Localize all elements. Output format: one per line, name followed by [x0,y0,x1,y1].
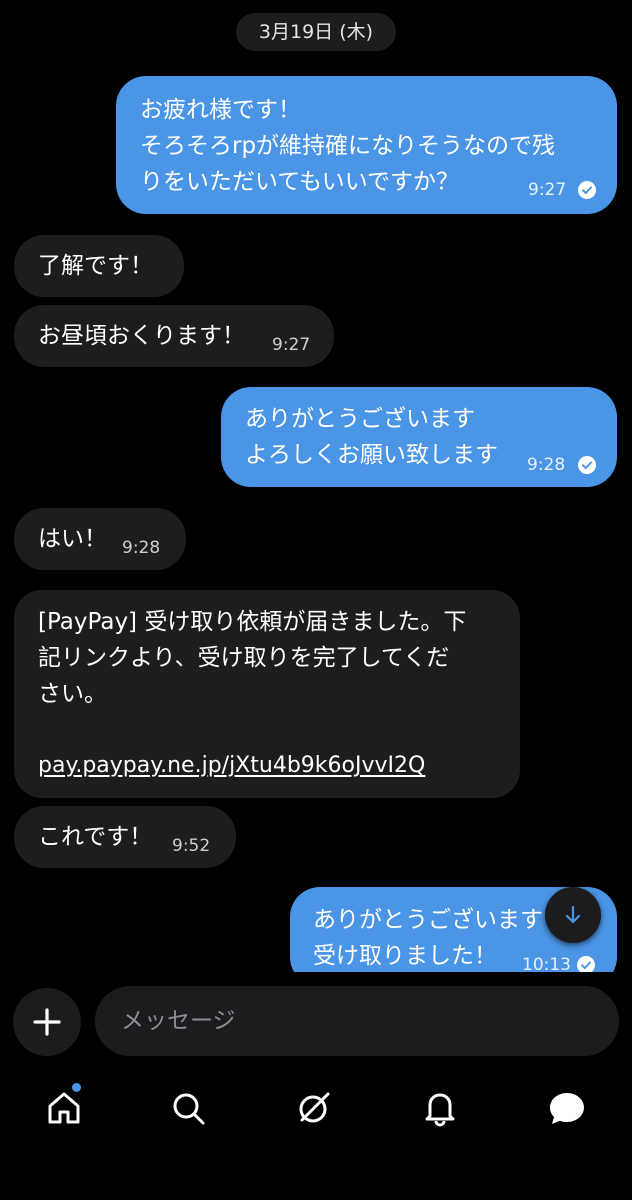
message-time: 9:52 [172,836,211,856]
arrow-down-icon [565,905,581,924]
message-text-line [38,712,520,748]
message-text-line: お疲れ様です！ [140,97,301,123]
nav-grok[interactable] [294,1088,334,1128]
message-time: 9:28 [527,455,566,475]
search-icon [173,1093,205,1125]
nav-search[interactable] [168,1088,208,1128]
message-text-line: [PayPay] 受け取り依頼が届きました。下 [38,609,467,635]
message-bubble-incoming[interactable]: これです！ 9:52 [14,806,236,868]
message-text-line: さい。 [38,681,107,707]
message-bubble-incoming[interactable]: お昼頃おくります！ 9:27 [14,305,334,367]
message-bubble-outgoing[interactable]: お疲れ様です！ そろそろrpが維持確になりそうなので残 りをいただいてもいいです… [116,76,617,214]
paypay-link[interactable]: pay.paypay.ne.jp/jXtu4b9k6oJvvI2Q [38,748,520,784]
message-bubble-incoming[interactable]: [PayPay] 受け取り依頼が届きました。下 記リンクより、受け取りを完了して… [14,590,520,798]
message-bubble-incoming[interactable]: はい！ 9:28 [14,508,186,570]
nav-home[interactable] [44,1088,84,1128]
read-check-icon [578,456,596,474]
message-text-line: ありがとうございます [245,406,475,432]
read-check-icon [578,181,596,199]
message-text-line: 記リンクより、受け取りを完了してくだ [38,645,450,671]
message-bubble-outgoing[interactable]: ありがとうございます よろしくお願い致します 9:28 [221,387,617,487]
nav-messages[interactable] [547,1088,587,1128]
notification-dot [72,1083,81,1092]
message-time: 9:27 [528,180,567,200]
chat-bubble-icon [550,1093,584,1124]
message-time: 9:27 [272,335,311,355]
attach-button[interactable] [13,988,81,1056]
date-separator: 3月19日 (木) [236,13,396,51]
message-input[interactable] [95,986,619,1056]
message-text-line: 了解です！ [38,253,153,279]
nav-notifications[interactable] [420,1088,460,1128]
plus-icon [33,1008,61,1036]
message-text-line: はい！ [38,526,107,552]
grok-icon [299,1092,330,1123]
home-icon [48,1092,80,1124]
scroll-to-bottom-button[interactable] [545,887,601,943]
bell-icon [425,1093,455,1127]
message-bubble-incoming[interactable]: 了解です！ [14,235,184,297]
message-text-line: 受け取りました！ [313,943,497,969]
message-time: 9:28 [122,538,161,558]
message-text-line: そろそろrpが維持確になりそうなので残 [140,133,556,159]
